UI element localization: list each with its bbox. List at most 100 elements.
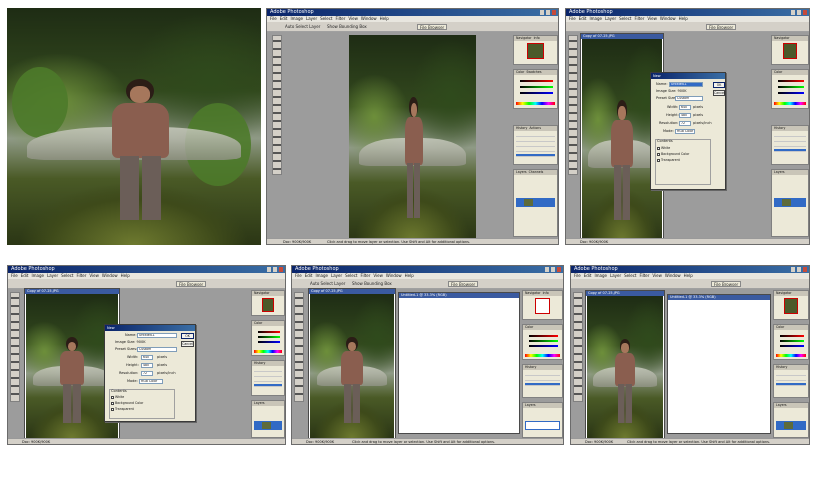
preset-select[interactable]: Custom: [137, 347, 177, 352]
name-input[interactable]: Untitled-1: [137, 333, 177, 338]
width-units[interactable]: pixels: [157, 355, 167, 360]
cancel-button[interactable]: Cancel: [713, 90, 725, 96]
tab-history[interactable]: History: [254, 361, 265, 366]
blank-canvas[interactable]: [400, 298, 518, 432]
navigator-panel[interactable]: Navigator: [251, 290, 285, 316]
window-controls[interactable]: [545, 267, 561, 272]
tab-color[interactable]: Color: [516, 70, 524, 75]
bounding-box-checkbox[interactable]: Show Bounding Box: [352, 281, 392, 287]
name-input[interactable]: Untitled-1: [669, 82, 703, 87]
height-input[interactable]: 480: [141, 363, 153, 368]
file-browser-tab[interactable]: File Browser: [448, 281, 479, 287]
layers-panel[interactable]: Layers: [771, 169, 809, 237]
toolbox[interactable]: [10, 292, 20, 402]
contents-white-option[interactable]: White: [657, 146, 670, 150]
navigator-panel[interactable]: Navigator: [771, 35, 809, 65]
tab-info[interactable]: Info: [543, 291, 549, 296]
tab-layers[interactable]: Layers: [254, 401, 265, 406]
navigator-panel[interactable]: Navigator: [773, 290, 809, 320]
history-panel[interactable]: History: [522, 364, 563, 398]
toolbox[interactable]: [294, 292, 304, 402]
layers-panel[interactable]: Layers: [773, 402, 809, 438]
color-panel[interactable]: Color: [251, 320, 285, 356]
color-panel[interactable]: Color Swatches: [513, 69, 558, 109]
tab-channels[interactable]: Channels: [529, 170, 544, 175]
auto-select-checkbox[interactable]: Auto Select Layer: [310, 281, 345, 287]
contents-transparent-option[interactable]: Transparent: [657, 158, 680, 162]
tab-color[interactable]: Color: [774, 70, 782, 75]
navigator-thumbnail[interactable]: [782, 43, 798, 59]
document-window[interactable]: Copy of 07-25.JPG: [308, 288, 396, 440]
new-document-dialog[interactable]: New Name: Untitled-1 Image Size: 900K Pr…: [104, 324, 196, 422]
file-browser-tab[interactable]: File Browser: [176, 281, 207, 287]
document-window[interactable]: Copy of 07-25.JPG: [585, 290, 665, 440]
tab-info[interactable]: Info: [534, 36, 540, 41]
cancel-button[interactable]: Cancel: [181, 341, 194, 347]
ok-button[interactable]: OK: [713, 82, 725, 88]
width-input[interactable]: 640: [141, 355, 153, 360]
new-document-window[interactable]: Untitled-1 @ 33.3% (RGB): [398, 292, 520, 434]
navigator-thumbnail[interactable]: [534, 298, 551, 314]
auto-select-checkbox[interactable]: Auto Select Layer: [285, 24, 320, 30]
new-document-dialog[interactable]: New Name: Untitled-1 Image Size: 900K Pr…: [650, 72, 726, 190]
resolution-input[interactable]: 72: [141, 371, 153, 376]
layers-panel[interactable]: Layers: [522, 402, 563, 438]
tab-color[interactable]: Color: [776, 325, 784, 330]
layer-row-background[interactable]: [774, 198, 806, 207]
tab-history[interactable]: History: [776, 365, 787, 370]
contents-transparent-option[interactable]: Transparent: [111, 407, 134, 411]
file-browser-tab[interactable]: File Browser: [711, 281, 742, 287]
tab-navigator[interactable]: Navigator: [525, 291, 541, 296]
mode-select[interactable]: RGB Color: [675, 129, 695, 134]
layer-row-background[interactable]: [776, 421, 806, 430]
height-units[interactable]: pixels: [693, 113, 703, 118]
contents-white-option[interactable]: White: [111, 395, 124, 399]
ok-button[interactable]: OK: [181, 333, 194, 339]
height-units[interactable]: pixels: [157, 363, 167, 368]
layers-panel[interactable]: Layers Channels: [513, 169, 558, 237]
tab-layers[interactable]: Layers: [516, 170, 527, 175]
history-panel[interactable]: History Actions: [513, 125, 558, 165]
toolbox[interactable]: [272, 35, 282, 175]
tab-color[interactable]: Color: [254, 321, 262, 326]
resolution-input[interactable]: 72: [679, 121, 691, 126]
new-document-window[interactable]: Untitled-1 @ 33.3% (RGB): [667, 294, 771, 434]
navigator-thumbnail[interactable]: [526, 43, 545, 59]
tab-history[interactable]: History: [516, 126, 527, 131]
tab-navigator[interactable]: Navigator: [516, 36, 532, 41]
tab-navigator[interactable]: Navigator: [774, 36, 790, 41]
file-browser-tab[interactable]: File Browser: [417, 24, 448, 30]
color-panel[interactable]: Color: [522, 324, 563, 360]
window-controls[interactable]: [791, 267, 807, 272]
file-browser-tab[interactable]: File Browser: [706, 24, 737, 30]
tab-actions[interactable]: Actions: [529, 126, 541, 131]
resolution-units[interactable]: pixels/inch: [693, 121, 712, 126]
contents-bg-option[interactable]: Background Color: [111, 401, 143, 405]
width-input[interactable]: 640: [679, 105, 691, 110]
history-panel[interactable]: History: [771, 125, 809, 165]
navigator-panel[interactable]: Navigator Info: [522, 290, 563, 320]
layer-row-background[interactable]: [516, 198, 555, 207]
tab-layers[interactable]: Layers: [774, 170, 785, 175]
tab-color[interactable]: Color: [525, 325, 533, 330]
color-panel[interactable]: Color: [771, 69, 809, 109]
window-controls[interactable]: [540, 10, 556, 15]
window-controls[interactable]: [791, 10, 807, 15]
navigator-panel[interactable]: Navigator Info: [513, 35, 558, 65]
tab-layers[interactable]: Layers: [776, 403, 787, 408]
toolbox[interactable]: [573, 292, 583, 402]
height-input[interactable]: 480: [679, 113, 691, 118]
blank-canvas[interactable]: [669, 300, 769, 432]
navigator-thumbnail[interactable]: [784, 298, 798, 314]
toolbox[interactable]: [568, 35, 578, 175]
tab-navigator[interactable]: Navigator: [254, 291, 270, 296]
width-units[interactable]: pixels: [693, 105, 703, 110]
document-canvas[interactable]: [587, 296, 663, 438]
history-panel[interactable]: History: [773, 364, 809, 398]
tab-history[interactable]: History: [774, 126, 785, 131]
tab-layers[interactable]: Layers: [525, 403, 536, 408]
resolution-units[interactable]: pixels/inch: [157, 371, 176, 376]
mode-select[interactable]: RGB Color: [139, 379, 163, 384]
contents-bg-option[interactable]: Background Color: [657, 152, 689, 156]
layer-row-background[interactable]: [525, 421, 560, 430]
